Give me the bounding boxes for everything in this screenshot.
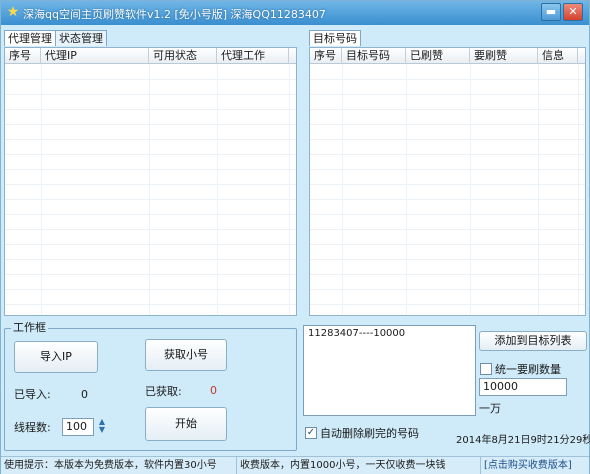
- window-title: 深海qq空间主页刷赞软件v1.2 [免小号版] 深海QQ11283407: [23, 8, 326, 21]
- buy-paid-version-link[interactable]: [点击购买收费版本]: [481, 457, 589, 474]
- target-list[interactable]: 序号 目标号码 已刷赞 要刷赞 信息: [309, 47, 586, 316]
- fetched-value: 0: [210, 384, 217, 397]
- target-input-box[interactable]: 11283407----10000: [303, 325, 476, 416]
- fetched-label: 已获取:: [145, 385, 182, 398]
- add-to-target-list-button[interactable]: 添加到目标列表: [479, 331, 587, 351]
- tab-proxy-management[interactable]: 代理管理: [4, 30, 56, 46]
- col-proxy-work[interactable]: 代理工作: [217, 48, 289, 64]
- main-window: ★ 深海qq空间主页刷赞软件v1.2 [免小号版] 深海QQ11283407 ▬…: [0, 0, 590, 474]
- status-bar: 使用提示：本版本为免费版本，软件内置30小号 收费版本，内置1000小号，一天仅…: [1, 456, 589, 474]
- proxy-list[interactable]: 序号 代理IP 可用状态 代理工作: [4, 47, 297, 316]
- imported-value: 0: [81, 388, 88, 401]
- imported-label: 已导入:: [14, 388, 51, 401]
- app-star-icon: ★: [6, 4, 20, 20]
- col-info[interactable]: 信息: [538, 48, 578, 64]
- auto-delete-label[interactable]: 自动删除刷完的号码: [320, 427, 419, 440]
- threads-spinner[interactable]: ▲ ▼: [96, 418, 108, 436]
- start-button[interactable]: 开始: [145, 407, 227, 441]
- uniform-count-label[interactable]: 统一要刷数量: [495, 363, 561, 376]
- proxy-list-header: 序号 代理IP 可用状态 代理工作: [5, 48, 296, 64]
- status-paid-info: 收费版本，内置1000小号，一天仅收费一块钱: [237, 457, 481, 474]
- minimize-button[interactable]: ▬: [541, 3, 561, 21]
- target-list-header: 序号 目标号码 已刷赞 要刷赞 信息: [310, 48, 585, 64]
- threads-input[interactable]: 100: [62, 418, 94, 436]
- tab-status-management[interactable]: 状态管理: [55, 30, 107, 46]
- close-button[interactable]: ✕: [563, 3, 583, 21]
- get-account-button[interactable]: 获取小号: [145, 339, 227, 371]
- col-to-like[interactable]: 要刷赞: [470, 48, 538, 64]
- status-hint: 使用提示：本版本为免费版本，软件内置30小号: [1, 457, 237, 474]
- col-target-index[interactable]: 序号: [310, 48, 342, 64]
- col-available-status[interactable]: 可用状态: [149, 48, 217, 64]
- tab-target-numbers[interactable]: 目标号码: [309, 30, 361, 46]
- col-proxy-ip[interactable]: 代理IP: [41, 48, 149, 64]
- auto-delete-checkbox[interactable]: ✓: [305, 427, 317, 439]
- col-index[interactable]: 序号: [5, 48, 41, 64]
- uniform-count-unit: 一万: [479, 402, 501, 415]
- spin-down-icon[interactable]: ▼: [96, 426, 108, 434]
- uniform-count-input[interactable]: 10000: [479, 378, 567, 396]
- datetime-display: 2014年8月21日9时21分29秒: [456, 435, 590, 446]
- import-ip-button[interactable]: 导入IP: [14, 341, 98, 373]
- work-group-title: 工作框: [11, 321, 48, 334]
- col-target-number[interactable]: 目标号码: [342, 48, 406, 64]
- uniform-count-checkbox[interactable]: [480, 363, 492, 375]
- title-bar[interactable]: ★ 深海qq空间主页刷赞软件v1.2 [免小号版] 深海QQ11283407 ▬…: [1, 1, 589, 25]
- threads-label: 线程数:: [14, 421, 51, 434]
- col-liked[interactable]: 已刷赞: [406, 48, 470, 64]
